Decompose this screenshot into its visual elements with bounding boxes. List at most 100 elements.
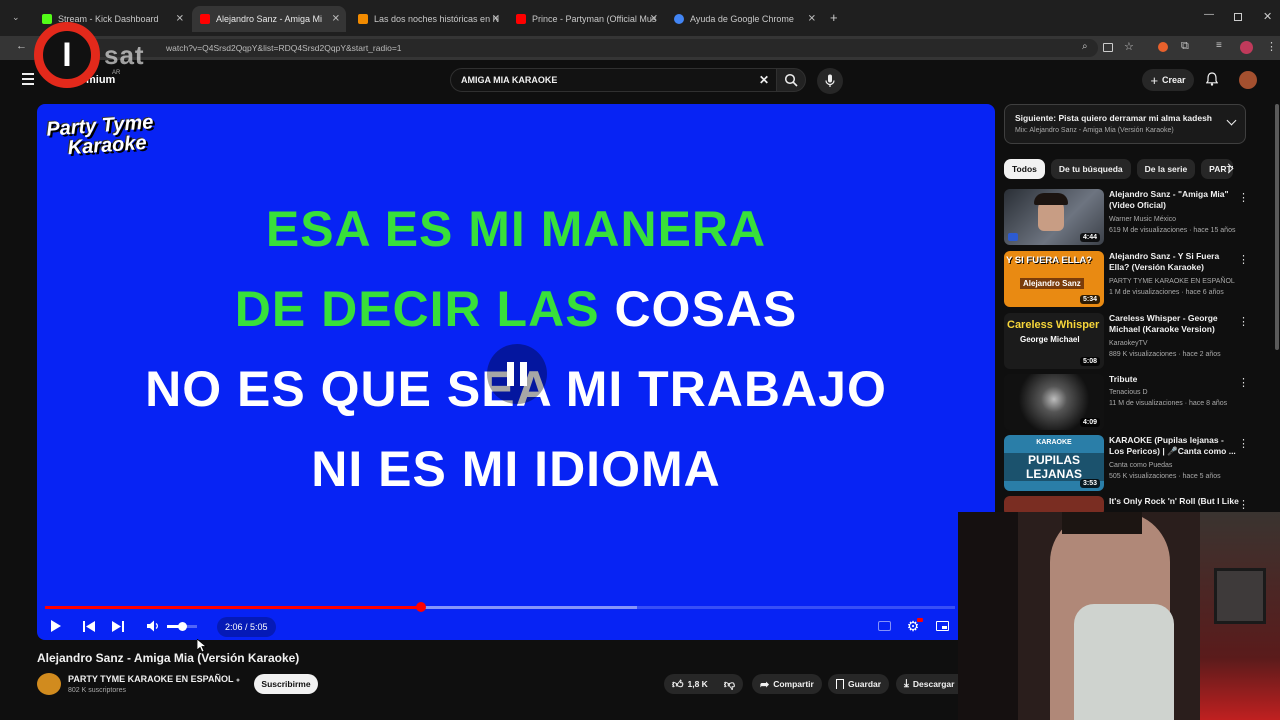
close-icon[interactable]: ✕ [492,14,500,25]
more-icon[interactable]: ⋮ [1238,191,1249,204]
thumbs-up-icon: 👍︎ [672,678,684,691]
page-scrollbar[interactable] [1275,104,1279,350]
video-thumbnail[interactable]: KARAOKE PUPILAS LEJANAS 3:53 [1004,435,1104,491]
more-icon[interactable]: ⋮ [1238,253,1249,266]
search-button[interactable] [776,68,806,92]
back-icon[interactable]: ← [16,40,27,52]
previous-button[interactable] [81,616,97,636]
like-button[interactable]: 👍︎ 1,8 K 👎︎ [664,674,743,694]
voice-search-button[interactable] [817,68,843,94]
play-button[interactable] [49,616,63,636]
media-icon[interactable]: ≡ [1216,40,1222,51]
close-icon[interactable]: ✕ [808,14,816,25]
thumbnail-text: Careless Whisper [1007,319,1100,331]
url-field[interactable]: watch?v=Q4Srsd2QqpY&list=RDQ4Srsd2QqpY&s… [88,39,1098,57]
video-player[interactable]: Party Tyme Karaoke ESA ES MI MANERA DE D… [37,104,995,640]
create-label: Crear [1162,75,1186,85]
volume-handle[interactable] [178,622,187,631]
subtitles-icon [877,621,891,631]
related-video[interactable]: 4:44 Alejandro Sanz - "Amiga Mia" (Video… [1004,189,1274,245]
hd-badge [917,618,923,622]
played-bar [45,606,421,609]
related-video[interactable]: KARAOKE PUPILAS LEJANAS 3:53 KARAOKE (Pu… [1004,435,1274,491]
channel-avatar[interactable] [37,673,61,695]
lyric-sung: ESA ES MI MANERA [265,201,767,257]
related-channel: KaraokeyTV [1109,340,1148,347]
chip-de-la-serie[interactable]: De la serie [1136,159,1196,179]
up-next-subtitle: Mix: Alejandro Sanz - Amiga Mia (Versión… [1015,127,1174,134]
share-button[interactable]: ➦ Compartir [752,674,822,694]
miniplayer-button[interactable] [933,616,951,636]
scrubber-handle[interactable] [415,602,426,612]
close-icon[interactable]: ✕ [332,14,340,25]
subtitles-button[interactable] [875,616,893,636]
close-icon[interactable]: ✕ [650,14,658,25]
lyric-unsung: COSAS [599,281,798,337]
tab-title: Prince - Partyman (Official Mus [532,14,657,24]
tab-chrome-help[interactable]: Ayuda de Google Chrome ✕ [666,8,822,30]
progress-bar[interactable] [45,602,955,612]
save-button[interactable]: Guardar [828,674,890,694]
wall-poster [1214,568,1266,624]
related-video[interactable]: Y SI FUERA ELLA? Alejandro Sanz 5:34 Ale… [1004,251,1274,307]
settings-button[interactable]: ⚙ [903,616,923,636]
subscribe-button[interactable]: Suscribirme [254,674,318,694]
more-icon[interactable]: ⋮ [1238,315,1249,328]
video-thumbnail[interactable]: Y SI FUERA ELLA? Alejandro Sanz 5:34 [1004,251,1104,307]
related-video[interactable]: Careless Whisper George Michael 5:08 Car… [1004,313,1274,369]
lyric-line: ESA ES MI MANERA [37,200,995,258]
video-thumbnail[interactable]: 4:44 [1004,189,1104,245]
tab-prince[interactable]: Prince - Partyman (Official Mus ✕ [508,8,664,30]
tab-search-button[interactable]: ⌄ [12,12,20,23]
search-input[interactable]: AMIGA MIA KARAOKE ✕ [450,68,778,92]
minimize-icon[interactable]: — [1204,9,1214,20]
mute-button[interactable] [145,616,161,636]
party-tyme-karaoke-logo: Party Tyme Karaoke [46,111,156,159]
video-title: Alejandro Sanz - Amiga Mia (Versión Kara… [37,651,300,665]
zoom-icon[interactable]: ⌕ [1082,41,1088,52]
volume-slider[interactable] [167,622,197,631]
duration-badge: 4:44 [1079,233,1100,242]
notifications-bell-icon[interactable] [1205,72,1219,86]
search-value: AMIGA MIA KARAOKE [461,75,558,85]
chip-de-tu-busqueda[interactable]: De tu búsqueda [1050,159,1131,179]
chevron-down-icon[interactable] [1226,115,1237,126]
puzzle-icon[interactable]: ⧉ [1181,40,1189,53]
clear-search-icon[interactable]: ✕ [759,69,769,91]
extension-icon[interactable] [1158,42,1168,52]
profile-avatar[interactable] [1240,41,1253,54]
download-label: Descargar [912,679,955,689]
related-video[interactable]: 4:09 Tribute Tenacious D 11 M de visuali… [1004,374,1274,430]
more-icon[interactable]: ⋮ [1238,376,1249,389]
hamburger-icon[interactable] [22,73,34,85]
close-icon[interactable]: ✕ [176,14,184,25]
new-tab-button[interactable]: + [830,10,838,25]
create-button[interactable]: + Crear [1142,69,1194,91]
more-icon[interactable]: ⋮ [1238,498,1249,511]
video-thumbnail[interactable]: 4:09 [1004,374,1104,430]
bookmark-star-icon[interactable]: ☆ [1124,40,1134,53]
up-next-panel[interactable]: Siguiente: Pista quiero derramar mi alma… [1004,104,1246,144]
related-title: Alejandro Sanz - "Amiga Mia" (Video Ofic… [1109,189,1229,210]
dislike-icon[interactable]: 👎︎ [724,678,735,691]
news-icon [358,14,368,24]
next-button[interactable] [110,616,126,636]
tab-news[interactable]: Las dos noches históricas en N ✕ [350,8,506,30]
cast-icon[interactable] [1103,43,1113,52]
menu-icon[interactable]: ⋮ [1266,40,1277,53]
download-icon: ⤓ [904,677,909,690]
more-icon[interactable]: ⋮ [1238,437,1249,450]
download-button[interactable]: ⤓ Descargar [896,674,958,694]
related-meta: 1 M de visualizaciones · hace 6 años [1109,289,1224,296]
related-title: KARAOKE (Pupilas lejanas - Los Pericos) … [1109,435,1236,456]
next-icon [112,620,124,632]
restore-icon[interactable] [1234,13,1242,21]
video-thumbnail[interactable]: Careless Whisper George Michael 5:08 [1004,313,1104,369]
account-avatar[interactable] [1239,71,1257,89]
close-window-icon[interactable]: ✕ [1263,10,1272,23]
tab-title: Ayuda de Google Chrome [690,14,794,24]
chip-todos[interactable]: Todos [1004,159,1045,179]
channel-name[interactable]: PARTY TYME KARAOKE EN ESPAÑOL ● [68,674,240,684]
kick-icon [42,14,52,24]
tab-youtube[interactable]: Alejandro Sanz - Amiga Mi ✕ [192,6,346,32]
